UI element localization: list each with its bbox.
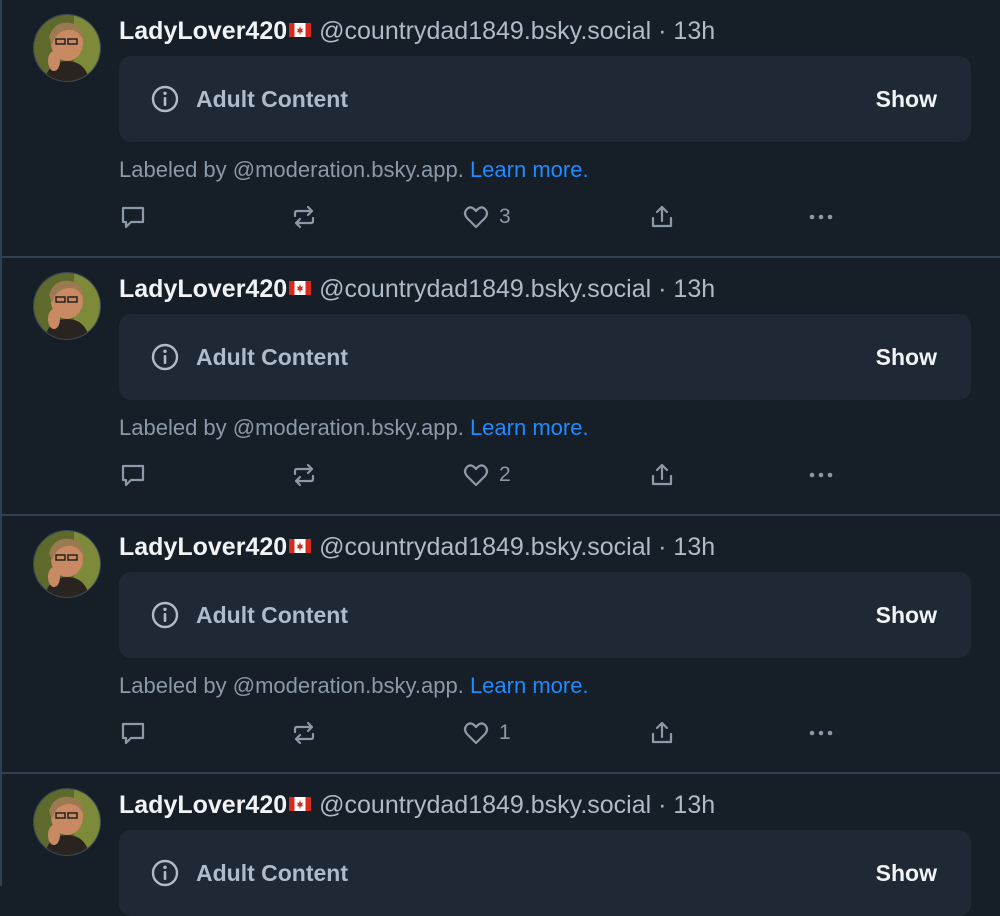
post[interactable]: LadyLover420 @countrydad1849.bsky.social … [2,516,1000,774]
repost-button[interactable] [290,461,318,489]
reply-button[interactable] [119,203,147,231]
share-icon [651,205,673,228]
canada-flag-icon [289,528,312,553]
more-options-button[interactable] [807,719,835,747]
heart-icon [463,722,489,745]
show-button[interactable]: Show [876,342,937,372]
learn-more-link[interactable]: Learn more. [470,673,589,698]
separator: · [658,17,667,45]
reply-bubble-icon [121,206,145,229]
separator: · [658,533,667,561]
like-button[interactable]: 1 [462,719,511,747]
avatar[interactable] [33,14,101,82]
reply-button[interactable] [119,461,147,489]
share-button[interactable] [648,719,676,747]
show-button[interactable]: Show [876,600,937,630]
feed: LadyLover420 @countrydad1849.bsky.social … [0,0,1000,916]
like-count: 2 [499,463,511,486]
moderation-label: Labeled by @moderation.bsky.app. Learn m… [119,414,589,442]
content-warning[interactable]: Adult Content Show [119,830,971,916]
post-time[interactable]: 13h [673,275,715,303]
learn-more-link[interactable]: Learn more. [470,415,589,440]
repost-button[interactable] [290,203,318,231]
post-time[interactable]: 13h [673,791,715,819]
avatar[interactable] [33,788,101,856]
share-icon [651,721,673,744]
author-name[interactable]: LadyLover420 [119,275,287,303]
heart-icon [463,464,489,487]
post-time[interactable]: 13h [673,533,715,561]
content-warning[interactable]: Adult Content Show [119,572,971,658]
warning-label: Adult Content [196,86,349,112]
canada-flag-icon [289,786,312,811]
post-header: LadyLover420 @countrydad1849.bsky.social … [119,270,715,306]
warning-label: Adult Content [196,602,349,628]
moderation-label: Labeled by @moderation.bsky.app. Learn m… [119,156,589,184]
canada-flag-icon [289,270,312,295]
moderation-label: Labeled by @moderation.bsky.app. Learn m… [119,672,589,700]
post[interactable]: LadyLover420 @countrydad1849.bsky.social … [2,0,1000,258]
warning-label: Adult Content [196,860,349,886]
avatar[interactable] [33,272,101,340]
reply-button[interactable] [119,719,147,747]
more-options-button[interactable] [807,203,835,231]
content-warning[interactable]: Adult Content Show [119,56,971,142]
heart-icon [463,206,489,229]
share-button[interactable] [648,203,676,231]
share-button[interactable] [648,461,676,489]
show-button[interactable]: Show [876,84,937,114]
labeled-by-text: Labeled by @moderation.bsky.app. [119,415,464,440]
labeled-by-text: Labeled by @moderation.bsky.app. [119,673,464,698]
info-circle-icon [151,859,179,887]
post-actions: 2 [119,458,859,492]
post-header: LadyLover420 @countrydad1849.bsky.social … [119,786,715,822]
canada-flag-icon [289,12,312,37]
post-header: LadyLover420 @countrydad1849.bsky.social … [119,12,715,48]
author-handle[interactable]: @countrydad1849.bsky.social [319,791,651,819]
repost-icon [293,463,315,487]
author-name[interactable]: LadyLover420 [119,17,287,45]
repost-icon [293,205,315,229]
post-actions: 3 [119,200,859,234]
warning-label: Adult Content [196,344,349,370]
more-dots-icon [809,472,833,478]
author-name[interactable]: LadyLover420 [119,791,287,819]
info-circle-icon [151,343,179,371]
more-dots-icon [809,730,833,736]
post[interactable]: LadyLover420 @countrydad1849.bsky.social … [2,774,1000,916]
separator: · [658,791,667,819]
info-circle-icon [151,85,179,113]
separator: · [658,275,667,303]
like-button[interactable]: 3 [462,203,511,231]
author-handle[interactable]: @countrydad1849.bsky.social [319,17,651,45]
repost-icon [293,721,315,745]
author-name[interactable]: LadyLover420 [119,533,287,561]
reply-bubble-icon [121,464,145,487]
post[interactable]: LadyLover420 @countrydad1849.bsky.social … [2,258,1000,516]
show-button[interactable]: Show [876,858,937,888]
post-header: LadyLover420 @countrydad1849.bsky.social … [119,528,715,564]
post-time[interactable]: 13h [673,17,715,45]
like-button[interactable]: 2 [462,461,511,489]
info-circle-icon [151,601,179,629]
share-icon [651,463,673,486]
reply-bubble-icon [121,722,145,745]
repost-button[interactable] [290,719,318,747]
like-count: 1 [499,721,511,744]
avatar[interactable] [33,530,101,598]
author-handle[interactable]: @countrydad1849.bsky.social [319,533,651,561]
like-count: 3 [499,205,511,228]
author-handle[interactable]: @countrydad1849.bsky.social [319,275,651,303]
labeled-by-text: Labeled by @moderation.bsky.app. [119,157,464,182]
more-options-button[interactable] [807,461,835,489]
post-actions: 1 [119,716,859,750]
more-dots-icon [809,214,833,220]
content-warning[interactable]: Adult Content Show [119,314,971,400]
learn-more-link[interactable]: Learn more. [470,157,589,182]
